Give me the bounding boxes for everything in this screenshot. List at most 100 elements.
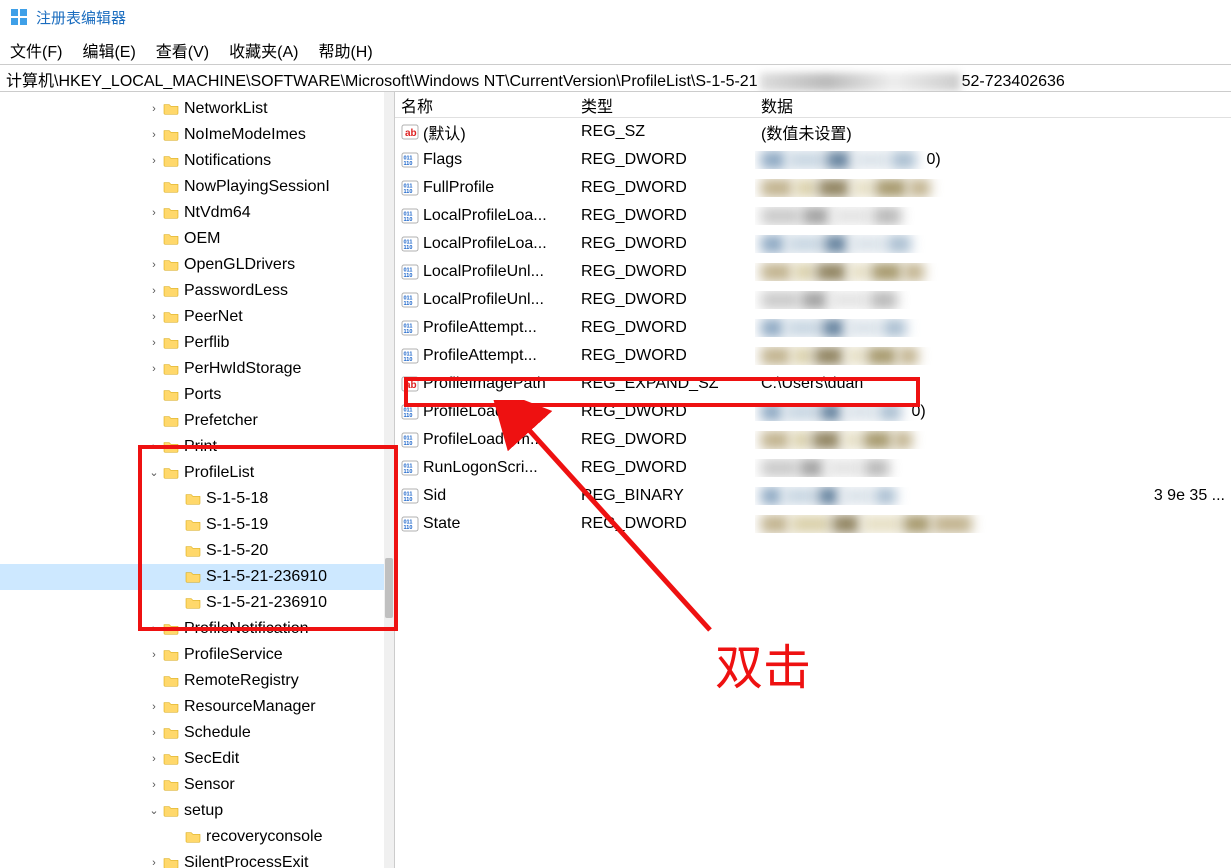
tree[interactable]: ›NetworkList›NoImeModeImes›Notifications… [0,96,394,868]
folder-icon [184,570,202,584]
tree-item[interactable]: ＞RemoteRegistry [0,668,394,694]
tree-item[interactable]: ›Print [0,434,394,460]
tree-item[interactable]: ＞S-1-5-21-236910 [0,590,394,616]
chevron-right-icon[interactable]: › [146,278,162,304]
tree-item[interactable]: › Notifications [0,148,394,174]
chevron-right-icon[interactable]: › [146,252,162,278]
tree-item[interactable]: ＞S-1-5-18 [0,486,394,512]
chevron-right-icon[interactable]: › [146,772,162,798]
tree-item[interactable]: ⌄ ProfileList [0,460,394,486]
tree-scroll-thumb[interactable] [385,558,393,618]
tree-item[interactable]: ＞Prefetcher [0,408,394,434]
list-header: 名称 类型 数据 [395,92,1231,118]
folder-icon [162,102,180,116]
chevron-down-icon[interactable]: ⌄ [146,798,162,824]
menu-view[interactable]: 查看(V) [156,38,209,58]
folder-icon [184,544,202,558]
tree-item[interactable]: ›PeerNet [0,304,394,330]
tree-item-label: RemoteRegistry [184,668,305,694]
value-type: REG_DWORD [575,459,755,477]
chevron-right-icon[interactable]: › [146,96,162,122]
tree-item[interactable]: ⌄setup [0,798,394,824]
value-type: REG_EXPAND_SZ [575,375,755,393]
value-row[interactable]: ProfileLoadTim...REG_DWORD 0) [395,398,1231,426]
col-header-type[interactable]: 类型 [575,93,755,117]
value-row[interactable]: SidREG_BINARY3 9e 35 ... [395,482,1231,510]
chevron-right-icon[interactable]: › [146,642,162,668]
value-row[interactable]: RunLogonScri...REG_DWORD [395,454,1231,482]
chevron-right-icon[interactable]: › [146,720,162,746]
binary-value-icon [401,347,419,365]
tree-item[interactable]: ＞S-1-5-21-236910 [0,564,394,590]
tree-scrollbar[interactable] [384,92,394,868]
tree-item-label: ProfileList [184,460,260,486]
titlebar: 注册表编辑器 [0,0,1231,34]
menu-file[interactable]: 文件(F) [10,38,62,58]
chevron-right-icon[interactable]: › [146,330,162,356]
menu-favorites[interactable]: 收藏夹(A) [229,38,298,58]
tree-item[interactable]: ＞OEM [0,226,394,252]
tree-item[interactable]: › NtVdm64 [0,200,394,226]
tree-item[interactable]: ›Schedule [0,720,394,746]
tree-item[interactable]: ＞Ports [0,382,394,408]
folder-icon [162,622,180,636]
col-header-name[interactable]: 名称 [395,93,575,117]
chevron-right-icon[interactable]: › [146,356,162,382]
value-row[interactable]: ProfileLoadTim...REG_DWORD [395,426,1231,454]
menu-edit[interactable]: 编辑(E) [82,38,135,58]
folder-icon [162,752,180,766]
tree-item[interactable]: ›PasswordLess [0,278,394,304]
tree-item[interactable]: ›ResourceManager [0,694,394,720]
value-row[interactable]: FlagsREG_DWORD 0) [395,146,1231,174]
value-row[interactable]: LocalProfileUnl...REG_DWORD [395,258,1231,286]
value-data [755,459,1231,477]
folder-icon [162,856,180,868]
chevron-right-icon[interactable]: › [146,148,162,174]
tree-item[interactable]: ›SecEdit [0,746,394,772]
tree-item[interactable]: ＞NowPlayingSessionI [0,174,394,200]
tree-item[interactable]: ›NetworkList [0,96,394,122]
tree-item[interactable]: ＞S-1-5-19 [0,512,394,538]
tree-item[interactable]: › OpenGLDrivers [0,252,394,278]
chevron-right-icon[interactable]: › [146,694,162,720]
value-row[interactable]: LocalProfileUnl...REG_DWORD [395,286,1231,314]
tree-item[interactable]: ＞recoveryconsole [0,824,394,850]
address-blur [760,73,960,91]
tree-item-label: NtVdm64 [184,200,257,226]
chevron-right-icon[interactable]: › [146,616,162,642]
tree-item[interactable]: ›NoImeModeImes [0,122,394,148]
value-type: REG_DWORD [575,319,755,337]
tree-item[interactable]: ›Sensor [0,772,394,798]
chevron-right-icon[interactable]: › [146,746,162,772]
value-row[interactable]: LocalProfileLoa...REG_DWORD [395,202,1231,230]
col-header-data[interactable]: 数据 [755,93,1231,117]
menu-help[interactable]: 帮助(H) [318,38,372,58]
chevron-right-icon[interactable]: › [146,850,162,868]
address-bar[interactable]: 计算机\HKEY_LOCAL_MACHINE\SOFTWARE\Microsof… [0,64,1231,92]
value-row[interactable]: StateREG_DWORD [395,510,1231,538]
tree-item[interactable]: ›PerHwIdStorage [0,356,394,382]
value-type: REG_DWORD [575,151,755,169]
value-row[interactable]: FullProfileREG_DWORD [395,174,1231,202]
value-row[interactable]: ProfileAttempt...REG_DWORD [395,314,1231,342]
tree-item[interactable]: ›ProfileNotification [0,616,394,642]
value-row[interactable]: ProfileImagePathREG_EXPAND_SZC:\Users\du… [395,370,1231,398]
value-row[interactable]: LocalProfileLoa...REG_DWORD [395,230,1231,258]
tree-item[interactable]: ＞S-1-5-20 [0,538,394,564]
folder-icon [162,440,180,454]
tree-item[interactable]: ›SilentProcessExit [0,850,394,868]
value-type: REG_DWORD [575,347,755,365]
tree-item-label: OpenGLDrivers [184,252,301,278]
chevron-right-icon[interactable]: › [146,122,162,148]
tree-item[interactable]: ›Perflib [0,330,394,356]
chevron-right-icon[interactable]: › [146,304,162,330]
value-name: FullProfile [423,179,494,197]
chevron-down-icon[interactable]: ⌄ [146,460,162,486]
chevron-right-icon[interactable]: › [146,200,162,226]
value-row[interactable]: (默认)REG_SZ(数值未设置) [395,118,1231,146]
tree-item[interactable]: ›ProfileService [0,642,394,668]
tree-item-label: Notifications [184,148,277,174]
chevron-right-icon[interactable]: › [146,434,162,460]
value-name: LocalProfileUnl... [423,291,544,309]
value-row[interactable]: ProfileAttempt...REG_DWORD [395,342,1231,370]
